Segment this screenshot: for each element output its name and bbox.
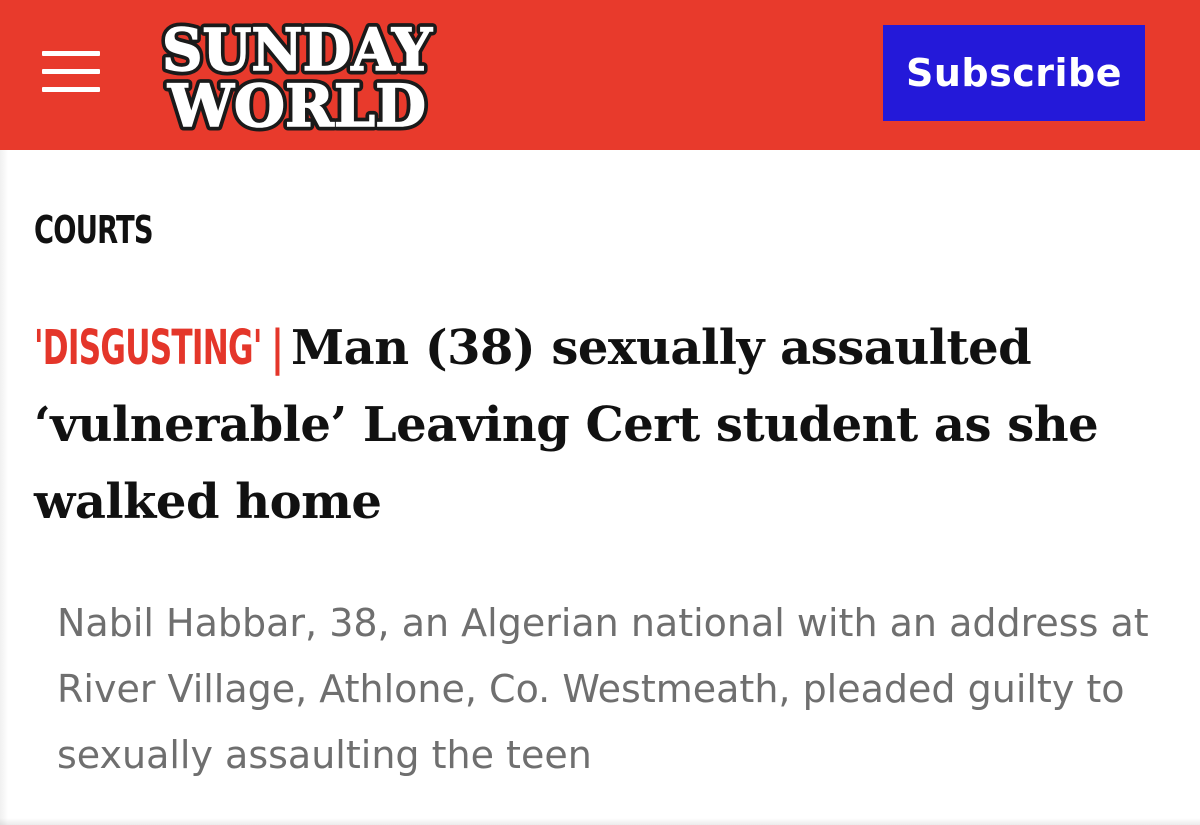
menu-bar bbox=[42, 87, 100, 92]
article-page: SUNDAY WORLD SUNDAY WORLD Subscribe COUR… bbox=[0, 0, 1200, 825]
page-edge-shadow bbox=[0, 150, 8, 825]
kicker-separator: | bbox=[269, 320, 286, 376]
subscribe-button[interactable]: Subscribe bbox=[883, 25, 1145, 121]
site-header: SUNDAY WORLD SUNDAY WORLD Subscribe bbox=[0, 0, 1200, 150]
logo-line2: WORLD bbox=[167, 72, 426, 134]
hamburger-menu-icon[interactable] bbox=[42, 51, 100, 93]
headline-kicker: 'DISGUSTING' bbox=[34, 320, 262, 376]
menu-bar bbox=[42, 51, 100, 56]
article-headline: 'DISGUSTING' | Man (38) sexually assaulte… bbox=[34, 310, 1174, 541]
section-label[interactable]: COURTS bbox=[34, 206, 154, 254]
logo-graphic: SUNDAY WORLD SUNDAY WORLD bbox=[158, 14, 437, 134]
article-standfirst: Nabil Habbar, 38, an Algerian national w… bbox=[57, 601, 1149, 777]
bottom-divider bbox=[0, 818, 1200, 825]
sunday-world-logo[interactable]: SUNDAY WORLD SUNDAY WORLD bbox=[158, 14, 448, 134]
menu-bar bbox=[42, 69, 100, 74]
